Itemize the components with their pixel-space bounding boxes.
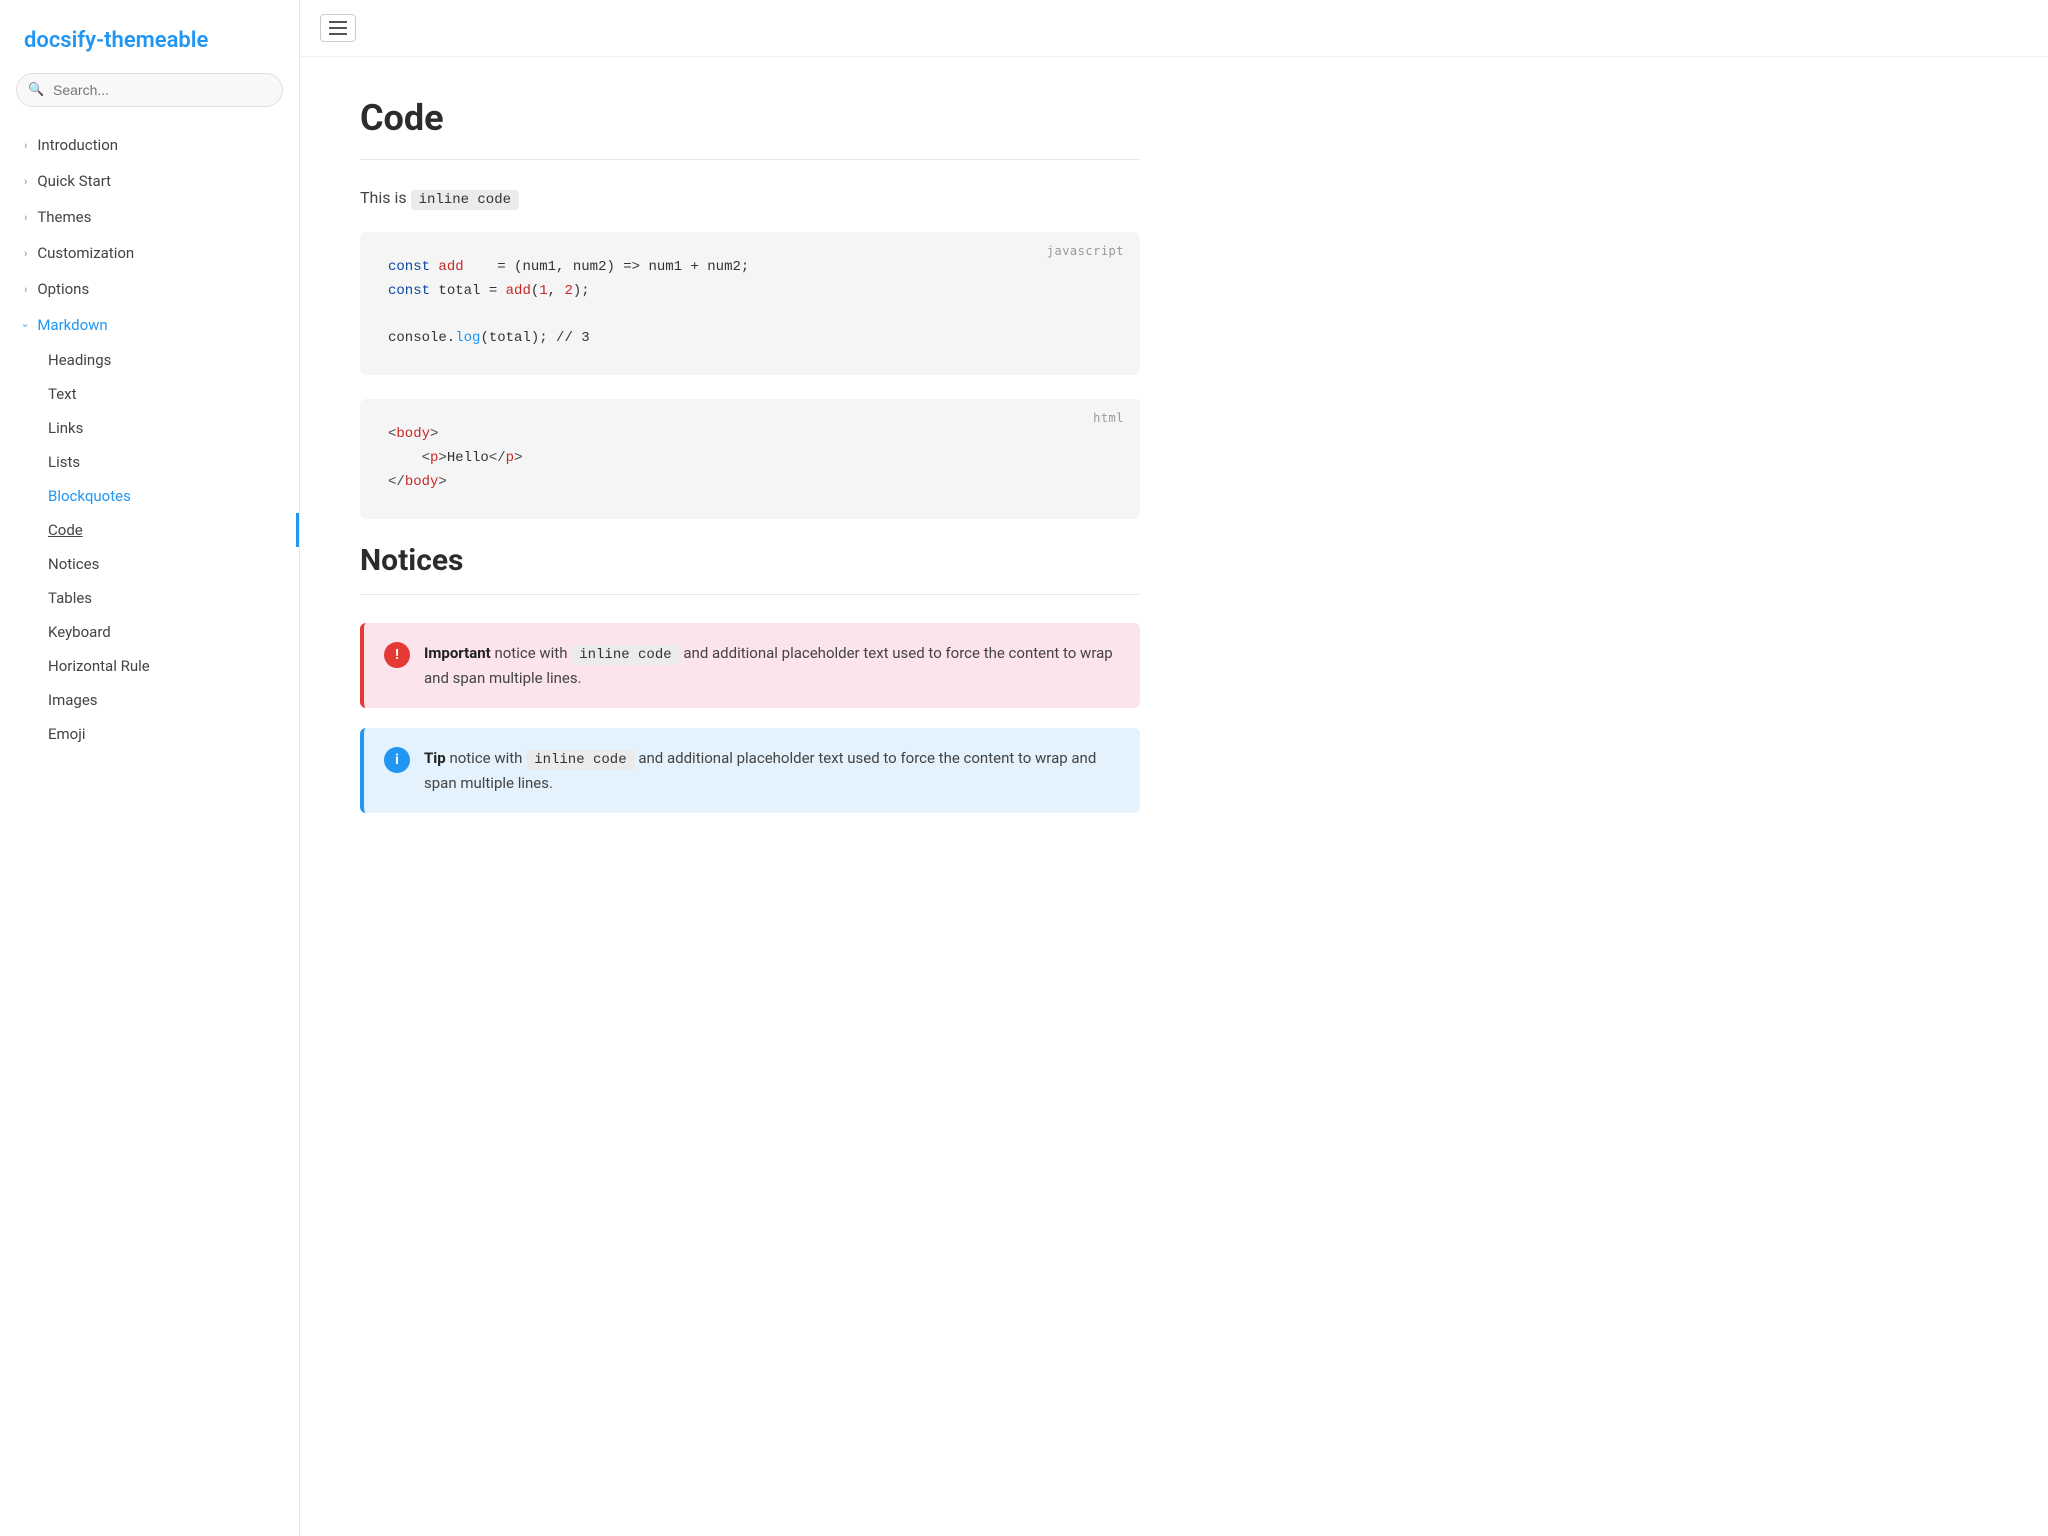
sidebar-item-tables[interactable]: Tables	[0, 581, 299, 615]
hamburger-line	[329, 27, 347, 29]
notice-inline-code: inline code	[571, 645, 679, 665]
inline-text-paragraph: This is inline code	[360, 188, 1140, 208]
notice-tip-inline-code: inline code	[526, 750, 634, 770]
notice-important: ! Important notice with inline code and …	[360, 623, 1140, 708]
sidebar-item-themes[interactable]: › Themes	[0, 199, 299, 235]
important-icon: !	[384, 642, 410, 668]
sidebar-item-options[interactable]: › Options	[0, 271, 299, 307]
sidebar-nav: › Introduction › Quick Start › Themes › …	[0, 123, 299, 755]
sidebar-item-introduction[interactable]: › Introduction	[0, 127, 299, 163]
sidebar-item-lists[interactable]: Lists	[0, 445, 299, 479]
tip-icon: i	[384, 747, 410, 773]
code-pre: <body> <p>Hello</p> </body>	[388, 423, 1112, 494]
notice-important-text: Important notice with inline code and ad…	[424, 641, 1120, 690]
sidebar-item-links[interactable]: Links	[0, 411, 299, 445]
sidebar-item-keyboard[interactable]: Keyboard	[0, 615, 299, 649]
code-block-html: html <body> <p>Hello</p> </body>	[360, 399, 1140, 518]
code-pre: const add = (num1, num2) => num1 + num2;…	[388, 256, 1112, 351]
code-block-javascript: javascript const add = (num1, num2) => n…	[360, 232, 1140, 375]
topbar	[300, 0, 2048, 57]
search-input[interactable]	[16, 73, 283, 107]
sidebar-logo: docsify-themeable	[0, 0, 299, 73]
hamburger-line	[329, 33, 347, 35]
notice-text-part1: notice with	[494, 644, 567, 662]
sidebar-item-blockquotes[interactable]: Blockquotes	[0, 479, 299, 513]
sidebar-item-emoji[interactable]: Emoji	[0, 717, 299, 751]
notice-tip-text: Tip notice with inline code and addition…	[424, 746, 1120, 795]
search-icon: 🔍	[28, 83, 44, 98]
notice-tip-part1: notice with	[449, 749, 522, 767]
sidebar-item-label: Customization	[37, 244, 134, 262]
code-lang-label: javascript	[1047, 244, 1124, 258]
main-content: Code This is inline code javascript cons…	[300, 0, 2048, 1536]
sidebar-item-headings[interactable]: Headings	[0, 343, 299, 377]
notice-tip-part3: and additional placeholder text used to …	[424, 749, 1096, 792]
inline-code-span: inline code	[411, 190, 519, 210]
sidebar-item-label: Markdown	[37, 316, 107, 334]
chevron-icon: ›	[24, 283, 27, 296]
sidebar-item-label: Introduction	[37, 136, 118, 154]
sidebar-item-label: Options	[37, 280, 89, 298]
notice-tip: i Tip notice with inline code and additi…	[360, 728, 1140, 813]
chevron-icon: ›	[24, 247, 27, 260]
code-lang-label: html	[1093, 411, 1124, 425]
hamburger-button[interactable]	[320, 14, 356, 42]
sidebar: docsify-themeable 🔍 › Introduction › Qui…	[0, 0, 300, 1536]
sidebar-item-label: Quick Start	[37, 172, 111, 190]
notices-divider	[360, 594, 1140, 595]
sidebar-item-images[interactable]: Images	[0, 683, 299, 717]
sidebar-item-customization[interactable]: › Customization	[0, 235, 299, 271]
hamburger-line	[329, 21, 347, 23]
title-divider	[360, 159, 1140, 160]
inline-text-prefix: This is	[360, 188, 407, 207]
sidebar-item-code[interactable]: Code	[0, 513, 299, 547]
sidebar-item-text[interactable]: Text	[0, 377, 299, 411]
chevron-down-icon: ›	[19, 323, 32, 326]
sidebar-search-wrapper: 🔍	[0, 73, 299, 123]
sidebar-item-label: Themes	[37, 208, 91, 226]
page-title: Code	[360, 97, 1140, 139]
chevron-icon: ›	[24, 211, 27, 224]
logo-link[interactable]: docsify-themeable	[24, 28, 208, 53]
notice-tip-bold: Tip	[424, 749, 446, 767]
notice-important-bold: Important	[424, 644, 491, 662]
chevron-icon: ›	[24, 139, 27, 152]
sidebar-item-horizontal-rule[interactable]: Horizontal Rule	[0, 649, 299, 683]
page-content: Code This is inline code javascript cons…	[300, 57, 1200, 873]
sidebar-item-notices[interactable]: Notices	[0, 547, 299, 581]
sidebar-item-markdown[interactable]: › Markdown	[0, 307, 299, 343]
chevron-icon: ›	[24, 175, 27, 188]
sidebar-item-quick-start[interactable]: › Quick Start	[0, 163, 299, 199]
notices-section-title: Notices	[360, 543, 1140, 578]
